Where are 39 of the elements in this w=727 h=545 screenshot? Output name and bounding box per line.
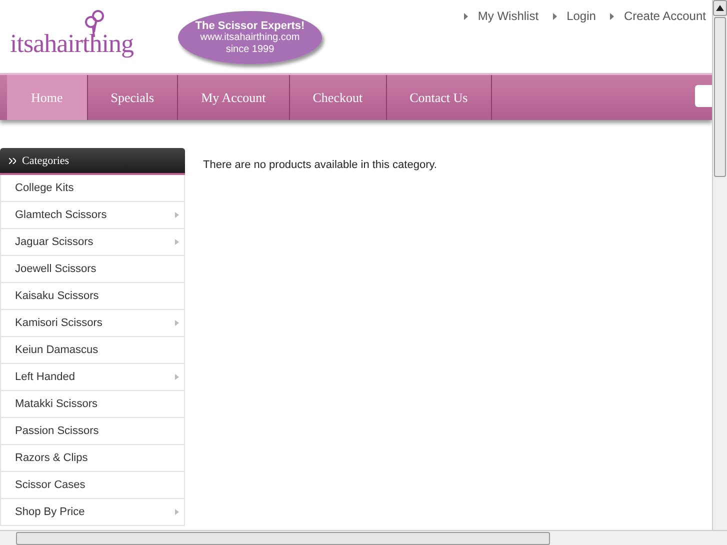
empty-message: There are no products available in this category. <box>203 159 437 173</box>
category-item[interactable]: Glamtech Scissors <box>0 202 185 229</box>
category-item[interactable]: Kamisori Scissors <box>0 310 185 337</box>
header-link[interactable]: Login <box>566 9 596 23</box>
scrollbar-thumb[interactable] <box>714 17 726 177</box>
nav-tab[interactable]: Checkout <box>290 75 387 120</box>
category-item[interactable]: Shop By Price <box>0 499 185 526</box>
category-item[interactable]: Left Handed <box>0 364 185 391</box>
category-item[interactable]: Joewell Scissors <box>0 256 185 283</box>
nav-tab[interactable]: Contact Us <box>386 75 492 120</box>
scroll-up-icon[interactable] <box>716 5 724 11</box>
category-item[interactable]: Jaguar Scissors <box>0 229 185 256</box>
category-item[interactable]: Matakki Scissors <box>0 391 185 418</box>
category-item[interactable]: Scissor Cases <box>0 472 185 499</box>
nav-tab[interactable]: My Account <box>178 75 290 120</box>
category-item[interactable]: Kaisaku Scissors <box>0 283 185 310</box>
triangle-icon <box>175 239 179 245</box>
header-link[interactable]: My Wishlist <box>478 9 539 23</box>
slogan-badge: The Scissor Experts! www.itsahairthing.com since 1999 <box>178 11 322 64</box>
triangle-icon <box>175 509 179 515</box>
triangle-icon <box>175 212 179 218</box>
triangle-icon <box>175 320 179 326</box>
category-item[interactable]: Keiun Damascus <box>0 337 185 364</box>
header-link[interactable]: Create Account <box>624 9 706 23</box>
scrollbar-thumb[interactable] <box>16 532 550 545</box>
sidebar-title: Categories <box>22 154 70 166</box>
site-logo[interactable]: itsahairthing <box>10 29 134 59</box>
triangle-icon <box>175 374 179 380</box>
triangle-icon <box>464 12 468 20</box>
category-item[interactable]: College Kits <box>0 175 185 202</box>
triangle-icon <box>610 12 614 20</box>
triangle-icon <box>552 12 557 20</box>
vertical-scrollbar[interactable] <box>712 0 727 530</box>
search-field[interactable] <box>695 85 712 107</box>
double-arrow-icon <box>9 158 16 164</box>
horizontal-scrollbar[interactable] <box>0 530 727 545</box>
nav-tab[interactable]: Specials <box>88 75 178 120</box>
category-item[interactable]: Razors & Clips <box>0 445 185 472</box>
category-item[interactable]: Passion Scissors <box>0 418 185 445</box>
